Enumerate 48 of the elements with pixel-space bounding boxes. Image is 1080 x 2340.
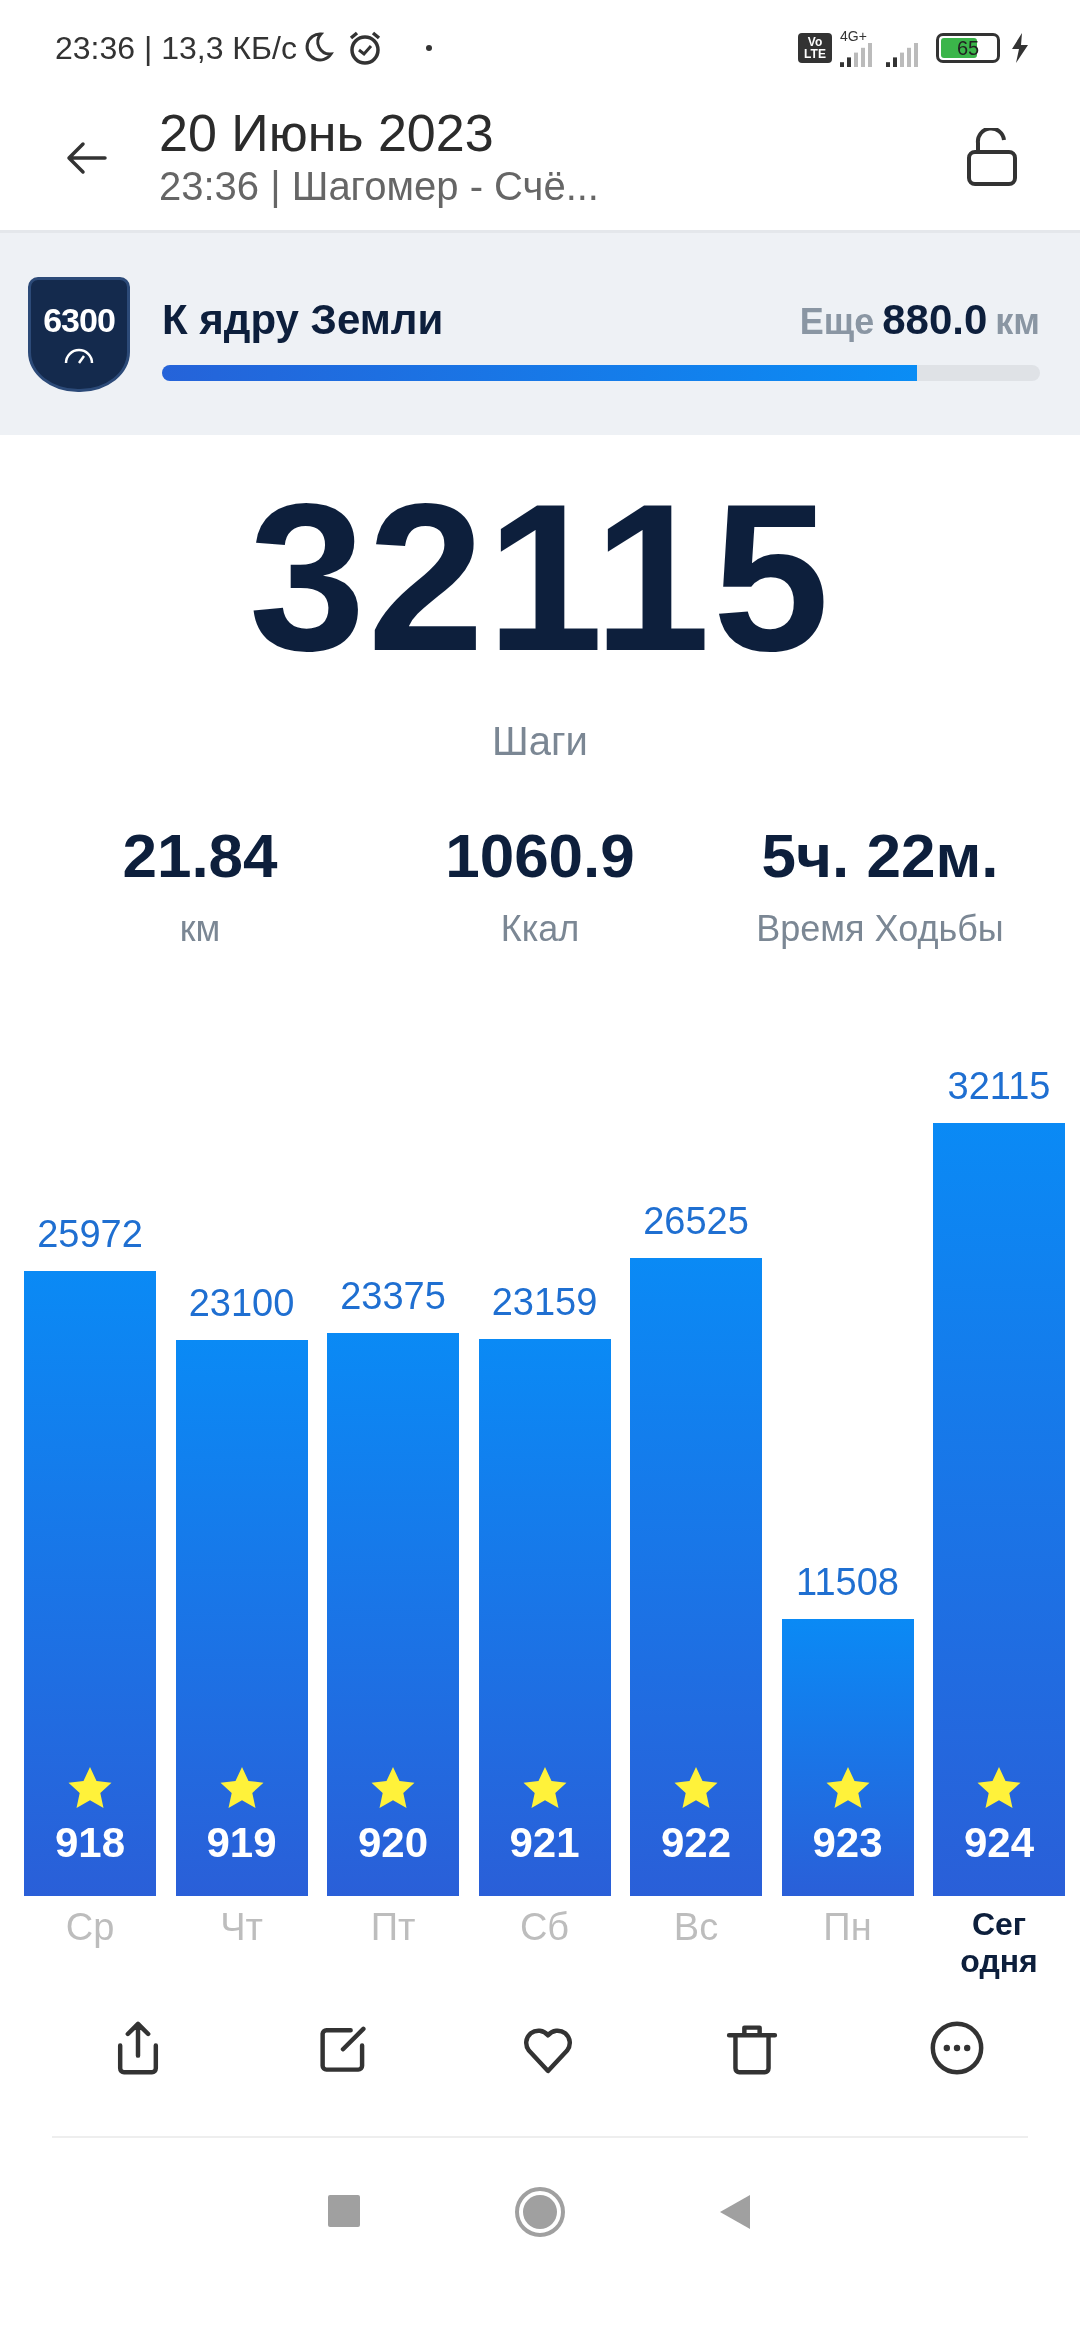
bar-badge-number: 918 [54, 1818, 126, 1868]
day-label: Сег одня [959, 1906, 1039, 1980]
home-button[interactable] [514, 2185, 566, 2238]
circle-icon [514, 2185, 566, 2238]
stat-label: Ккал [499, 907, 581, 951]
day-label: Чт [219, 1906, 264, 1950]
bar-value-label: 23100 [188, 1281, 295, 1326]
bar-badge-number: 922 [660, 1818, 732, 1868]
bar-value-label: 23375 [340, 1274, 446, 1320]
day-label: Ср [64, 1906, 116, 1950]
gauge-icon [63, 347, 95, 365]
bar-value-label: 32115 [947, 1064, 1051, 1109]
more-icon [929, 2019, 985, 2076]
day-label: Пт [369, 1906, 417, 1950]
remaining-distance: 880.0 [882, 294, 988, 345]
bar-badge-number: 919 [206, 1818, 277, 1868]
steps-label: Шаги [492, 718, 588, 765]
bar-badge-number: 920 [357, 1818, 429, 1868]
day-label: Вс [672, 1906, 720, 1950]
volte-text: Vo [807, 35, 823, 48]
bar-badge-number: 923 [812, 1818, 883, 1868]
bar-value-label: 26525 [643, 1198, 749, 1244]
bar-value-label: 11508 [796, 1560, 899, 1605]
more-button[interactable] [929, 2019, 985, 2076]
remaining-unit: км [995, 299, 1040, 344]
day-label: Сб [518, 1906, 571, 1950]
status-time: 23:36 | 13,3 КБ/с [55, 28, 297, 68]
stat-value: 5ч. 22м. [760, 820, 1000, 892]
goal-title: К ядру Земли [162, 294, 444, 345]
header-title: 20 Июнь 2023 [159, 104, 495, 163]
network-type: 4G+ [840, 28, 868, 43]
unlocked-padlock-icon [966, 127, 1018, 188]
bar-value-label: 23159 [491, 1279, 598, 1325]
day-label: Пн [822, 1906, 873, 1950]
stat-value: 1060.9 [444, 820, 636, 892]
stat-label: Время Ходьбы [755, 907, 1005, 951]
volte-text: LTE [804, 47, 826, 60]
dot-icon [424, 43, 433, 52]
bar-badge-number: 924 [963, 1818, 1035, 1868]
stat-value: 21.84 [121, 820, 279, 892]
bar-value-label: 25972 [37, 1211, 143, 1257]
header-subtitle: 23:36 | Шагомер - Счё... [159, 163, 600, 211]
lock-button[interactable] [966, 127, 1018, 188]
goal-badge-number: 6300 [43, 303, 115, 337]
stat-label: км [178, 907, 222, 951]
step-count: 32115 [248, 473, 832, 683]
remaining-label: Еще [799, 299, 875, 344]
bar-badge-number: 921 [509, 1818, 580, 1868]
